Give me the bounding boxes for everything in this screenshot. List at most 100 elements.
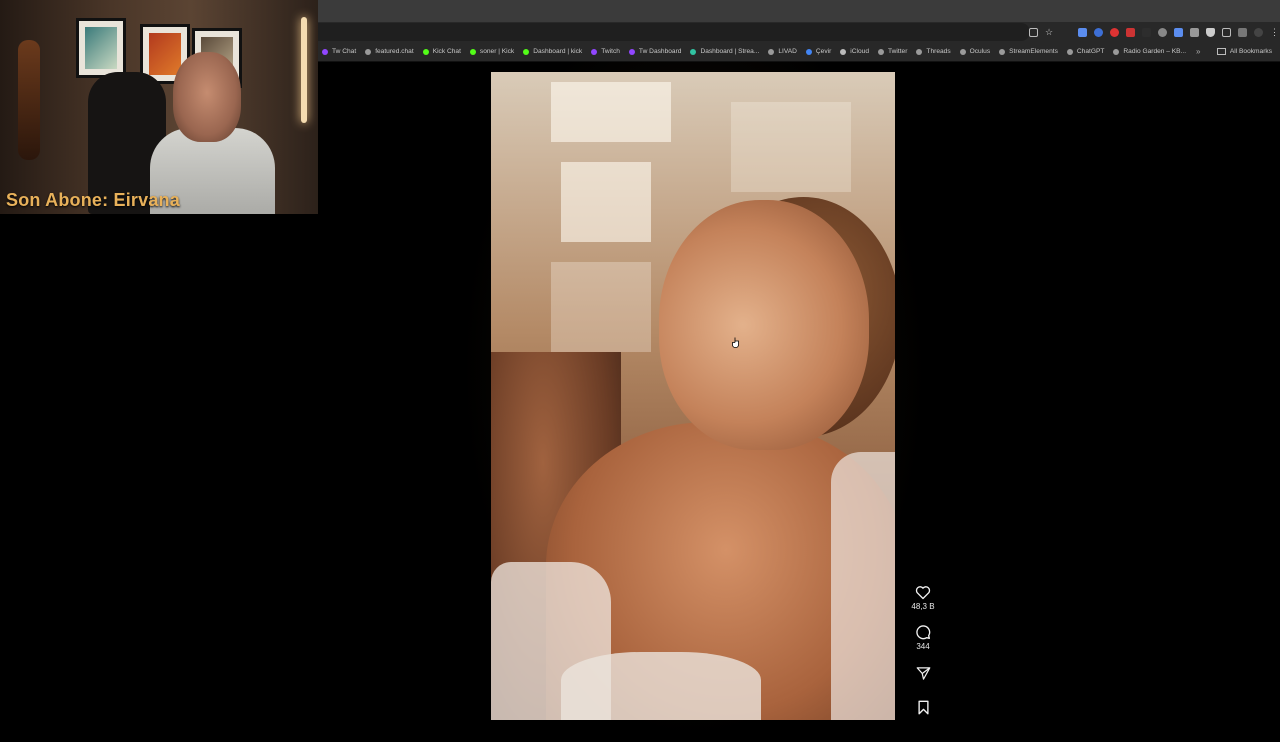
extension-icon[interactable] bbox=[1078, 27, 1087, 37]
woman-face bbox=[659, 200, 869, 450]
save-button[interactable] bbox=[917, 700, 930, 715]
apple-icon bbox=[840, 48, 847, 55]
bookmark-label: Radio Garden – KB... bbox=[1123, 48, 1187, 55]
menu-icon[interactable]: ⋮ bbox=[1270, 27, 1279, 37]
bookmark-item[interactable]: Dashboard | Strea... bbox=[686, 42, 764, 61]
globe-icon bbox=[365, 48, 372, 55]
bookmark-label: Oculus bbox=[969, 48, 991, 55]
white-top-knot bbox=[561, 652, 761, 720]
streamlabs-icon bbox=[690, 48, 697, 55]
twitch-icon bbox=[591, 48, 598, 55]
extension-icon[interactable] bbox=[1110, 27, 1119, 37]
bookmark-item[interactable]: StreamElements bbox=[995, 42, 1063, 61]
extension-icon[interactable] bbox=[1094, 27, 1103, 37]
bookmark-label: featured.chat bbox=[375, 48, 414, 55]
bookmark-label: Tw Dashboard bbox=[638, 48, 682, 55]
globe-icon bbox=[916, 48, 923, 55]
bookmarks-bar: Tw Chat featured.chat Kick Chat soner | Kic… bbox=[318, 42, 1280, 62]
bookmark-item[interactable]: soner | Kick bbox=[466, 42, 519, 61]
bookmark-item[interactable]: LIVAD bbox=[764, 42, 802, 61]
shield-icon[interactable] bbox=[1206, 27, 1215, 37]
reel-video[interactable] bbox=[491, 72, 895, 720]
share-button[interactable] bbox=[916, 666, 931, 681]
globe-icon bbox=[1066, 48, 1073, 55]
all-bookmarks-label: All Bookmarks bbox=[1229, 48, 1272, 55]
guitar bbox=[18, 40, 40, 160]
bookmark-label: LIVAD bbox=[778, 48, 797, 55]
bookmark-label: soner | Kick bbox=[479, 48, 515, 55]
twitch-icon bbox=[628, 48, 635, 55]
bookmark-label: iCloud bbox=[850, 48, 869, 55]
heart-icon bbox=[915, 586, 931, 600]
background-window bbox=[731, 102, 851, 192]
bookmarks-overflow-button[interactable]: » bbox=[1196, 42, 1200, 61]
translate-icon bbox=[805, 48, 812, 55]
bookmark-icon bbox=[917, 700, 929, 715]
comment-count: 344 bbox=[916, 642, 930, 651]
browser-tab-strip bbox=[318, 0, 1280, 22]
bookmark-item[interactable]: iCloud bbox=[836, 42, 874, 61]
streamer-head bbox=[173, 52, 241, 142]
install-icon[interactable] bbox=[1029, 27, 1038, 37]
bookmark-label: Dashboard | Strea... bbox=[700, 48, 760, 55]
kick-icon bbox=[523, 48, 530, 55]
extension-icon[interactable] bbox=[1142, 27, 1151, 37]
background-window bbox=[551, 82, 671, 142]
star-icon[interactable]: ☆ bbox=[1045, 27, 1054, 37]
like-count: 48,3 B bbox=[911, 602, 935, 611]
bookmark-item[interactable]: Çevir bbox=[802, 42, 836, 61]
bookmark-item[interactable]: Tw Dashboard bbox=[625, 42, 687, 61]
kick-icon bbox=[422, 48, 429, 55]
like-button[interactable]: 48,3 B bbox=[911, 585, 935, 611]
bookmark-label: Dashboard | kick bbox=[533, 48, 583, 55]
globe-icon bbox=[1113, 48, 1120, 55]
bookmark-label: Twitter bbox=[888, 48, 908, 55]
reel-actions: 48,3 B 344 bbox=[904, 585, 942, 715]
paper-plane-icon bbox=[916, 667, 930, 680]
wall-picture bbox=[76, 18, 126, 78]
bookmark-label: ChatGPT bbox=[1076, 48, 1105, 55]
kick-icon bbox=[469, 48, 476, 55]
bookmark-item[interactable]: Dashboard | kick bbox=[519, 42, 587, 61]
globe-icon bbox=[959, 48, 966, 55]
bookmark-item[interactable]: Radio Garden – KB... bbox=[1109, 42, 1191, 61]
extensions-puzzle-icon[interactable] bbox=[1222, 27, 1231, 37]
address-bar[interactable] bbox=[318, 23, 1030, 41]
bookmark-label: StreamElements bbox=[1009, 48, 1058, 55]
bookmark-label: Tw Chat bbox=[332, 48, 357, 55]
bookmark-item[interactable]: Tw Chat bbox=[318, 42, 361, 61]
bookmark-item[interactable]: Threads bbox=[912, 42, 955, 61]
light-strip bbox=[301, 17, 307, 123]
bookmark-item[interactable]: featured.chat bbox=[361, 42, 419, 61]
comment-icon bbox=[916, 625, 931, 640]
bookmark-item[interactable]: Oculus bbox=[956, 42, 996, 61]
extension-icon[interactable] bbox=[1174, 27, 1183, 37]
extension-icon[interactable] bbox=[1190, 27, 1199, 37]
bookmark-label: Threads bbox=[926, 48, 951, 55]
latest-subscriber-label: Son Abone: Eirvana bbox=[6, 190, 180, 210]
bookmark-label: Kick Chat bbox=[432, 48, 461, 55]
hand-cursor-icon bbox=[732, 337, 739, 348]
bookmark-item[interactable]: Twitch bbox=[587, 42, 625, 61]
globe-icon bbox=[878, 48, 884, 55]
bookmark-label: Twitch bbox=[601, 48, 620, 55]
extension-icon[interactable] bbox=[1126, 27, 1135, 37]
bookmark-item[interactable]: ChatGPT bbox=[1063, 42, 1109, 61]
bookmark-item[interactable]: Kick Chat bbox=[419, 42, 466, 61]
bookmark-item[interactable]: Twitter bbox=[874, 42, 912, 61]
twitch-icon bbox=[322, 48, 328, 55]
bookmark-label: Çevir bbox=[815, 48, 832, 55]
settings-icon[interactable] bbox=[1238, 27, 1247, 37]
white-top bbox=[831, 452, 895, 720]
extension-icon[interactable] bbox=[1158, 27, 1167, 37]
globe-icon bbox=[999, 48, 1006, 55]
webcam-overlay: Son Abone: Eirvana bbox=[0, 0, 318, 214]
comment-button[interactable]: 344 bbox=[915, 624, 931, 651]
background-window bbox=[551, 262, 651, 352]
all-bookmarks-button[interactable]: All Bookmarks bbox=[1216, 42, 1272, 61]
globe-icon bbox=[768, 48, 775, 55]
toolbar-icons: ☆ ⋮ bbox=[1029, 22, 1279, 42]
profile-avatar-icon[interactable] bbox=[1254, 27, 1263, 37]
folder-icon bbox=[1216, 48, 1226, 55]
background-window bbox=[561, 162, 651, 242]
